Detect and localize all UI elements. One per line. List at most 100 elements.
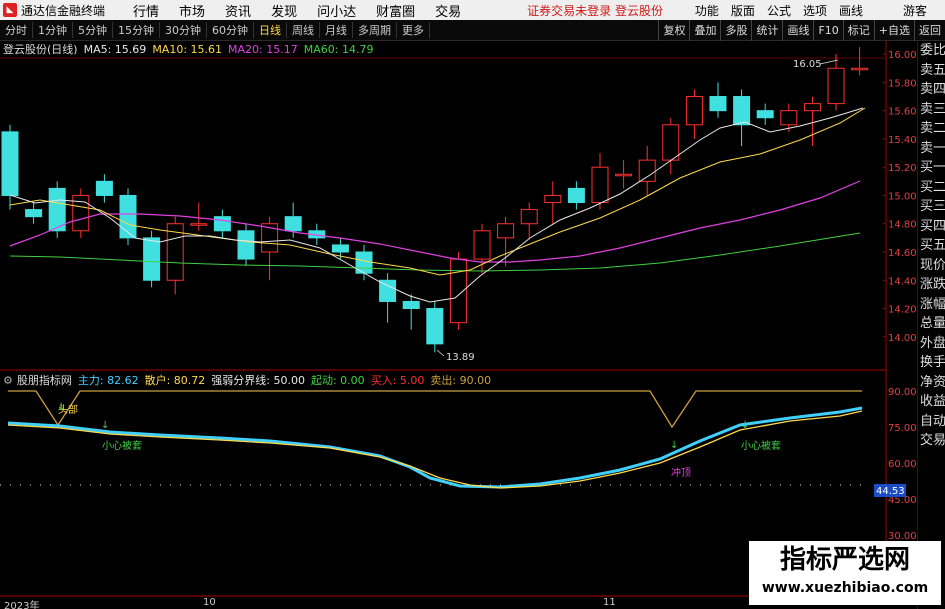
orderbook-item: 涨跌 [920, 277, 945, 292]
settings-icon[interactable]: ⚙ [3, 374, 13, 387]
ma5-line [9, 107, 864, 303]
candle-body [119, 194, 137, 239]
candle-body [48, 187, 66, 232]
indicator-tick-label: 75.00 [888, 423, 917, 434]
orderbook-item: 卖二 [920, 121, 945, 136]
start-signal-icon: ↓ [57, 402, 65, 413]
price-tick-label: 14.80 [888, 220, 917, 231]
divider-value: 强弱分界线: 50.00 [211, 374, 305, 387]
sell-line [8, 390, 862, 429]
price-axis: 16.00 15.80 15.60 15.40 15.20 15.00 14.80 14.60… [883, 50, 917, 344]
orderbook-item: 卖三 [920, 101, 945, 117]
date-label: 2023年 [4, 601, 40, 609]
watermark-url: www.xuezhibiao.com [761, 580, 929, 596]
candle-body [827, 67, 845, 105]
orderbook-item: 买三 [920, 199, 945, 214]
orderbook-item: 外盘 [920, 335, 945, 351]
orderbook-item: 买二 [920, 179, 945, 195]
price-tick-label: 16.00 [888, 50, 917, 61]
indicator-axis: 90.0075.0060.0045.0030.00 [888, 387, 917, 542]
candle-body [402, 300, 420, 310]
indicator-tick-label: 90.00 [888, 387, 917, 398]
candle-body [662, 124, 680, 161]
price-tick-label: 15.80 [888, 78, 917, 89]
orderbook-item: 委比 [920, 43, 945, 58]
low-annotation: 13.89 [446, 352, 475, 363]
price-tick-label: 14.20 [888, 305, 917, 316]
date-label: 11 [603, 597, 616, 608]
orderbook-item: 收益 [920, 394, 945, 409]
careful-label-2: 小心被套 [741, 439, 781, 452]
candle-body [497, 223, 515, 239]
order-book-panel: 委比 卖五 卖四 卖三 卖二 卖一 买一 买二 买三 买四 买五 现价 涨跌 涨… [917, 41, 945, 609]
orderbook-item: 卖五 [920, 62, 945, 78]
buy-value: 买入: 5.00 [370, 374, 425, 387]
orderbook-item: 总量 [920, 316, 945, 331]
current-value-text: 44.53 [876, 486, 905, 497]
candle-body [331, 244, 349, 253]
start-signal-icon: ↓ [741, 420, 749, 431]
candle-body [733, 96, 751, 126]
indicator-tick-label: 60.00 [888, 459, 917, 470]
price-tick-label: 15.20 [888, 163, 917, 174]
date-label: 10 [203, 597, 216, 608]
candle-body [520, 209, 538, 225]
orderbook-item: 卖四 [920, 82, 945, 97]
ma10-line [9, 107, 866, 276]
wash-label: 冲顶 [671, 466, 691, 479]
candles [1, 47, 869, 353]
retail-value: 散户: 80.72 [144, 374, 206, 387]
watermark-logo: 指标严选网 www.xuezhibiao.com [749, 541, 941, 605]
orderbook-item: 净资 [920, 374, 945, 390]
price-tick-label: 15.60 [888, 107, 917, 118]
orderbook-item: 买四 [920, 218, 945, 234]
date-axis: 2023年 10 11 [0, 597, 880, 609]
ma20-line [9, 180, 861, 263]
orderbook-item: 现价 [920, 257, 945, 273]
candle-body [213, 216, 231, 232]
candle-body [190, 223, 208, 226]
high-annotation: 16.05 [793, 59, 822, 70]
orderbook-item: 买五 [920, 238, 945, 253]
watermark-title: 指标严选网 [779, 545, 910, 575]
candle-body [591, 166, 609, 204]
start-value: 起动: 0.00 [310, 374, 365, 387]
candle-body [709, 96, 727, 112]
candle-body [95, 180, 113, 196]
candle-body [25, 209, 43, 218]
candle-body [426, 308, 444, 345]
orderbook-item: 换手 [920, 355, 945, 370]
candle-body [615, 173, 633, 177]
orderbook-item: 卖一 [920, 140, 945, 156]
candle-body [567, 187, 585, 204]
candle-body [685, 96, 703, 126]
sell-value: 卖出: 90.00 [430, 374, 492, 387]
price-tick-label: 15.40 [888, 135, 917, 146]
candle-body [473, 230, 491, 260]
orderbook-item: 涨幅 [920, 296, 945, 312]
candle-body [237, 230, 255, 260]
indicator-info-line: ⚙ 股朋指标网 主力: 82.62 散户: 80.72 强弱分界线: 50.00… [0, 372, 497, 388]
candle-body [544, 194, 562, 204]
start-signal-icon: ↓ [101, 420, 109, 431]
auto-trade-button[interactable]: 自动 [918, 412, 945, 432]
candle-body [1, 131, 19, 196]
price-tick-label: 14.40 [888, 276, 917, 287]
price-tick-label: 15.00 [888, 191, 917, 202]
kline-chart[interactable]: 16.00 15.80 15.60 15.40 15.20 15.00 14.80 14.60… [0, 0, 917, 597]
trade-button[interactable]: 交易 [918, 431, 945, 451]
candle-body [638, 159, 656, 182]
candle-body [851, 67, 869, 71]
candle-body [284, 216, 302, 232]
candle-body [449, 258, 467, 324]
candle-body [780, 110, 798, 126]
candle-body [143, 237, 161, 281]
careful-label-1: 小心被套 [102, 439, 142, 452]
candle-body [803, 103, 821, 112]
start-signal-icon: ↓ [670, 440, 678, 451]
price-tick-label: 14.60 [888, 248, 917, 259]
back-button[interactable]: 返回 [914, 20, 945, 41]
price-tick-label: 14.00 [888, 333, 917, 344]
orderbook-item: 买一 [920, 160, 945, 175]
indicator-name[interactable]: 股朋指标网 [17, 372, 72, 388]
